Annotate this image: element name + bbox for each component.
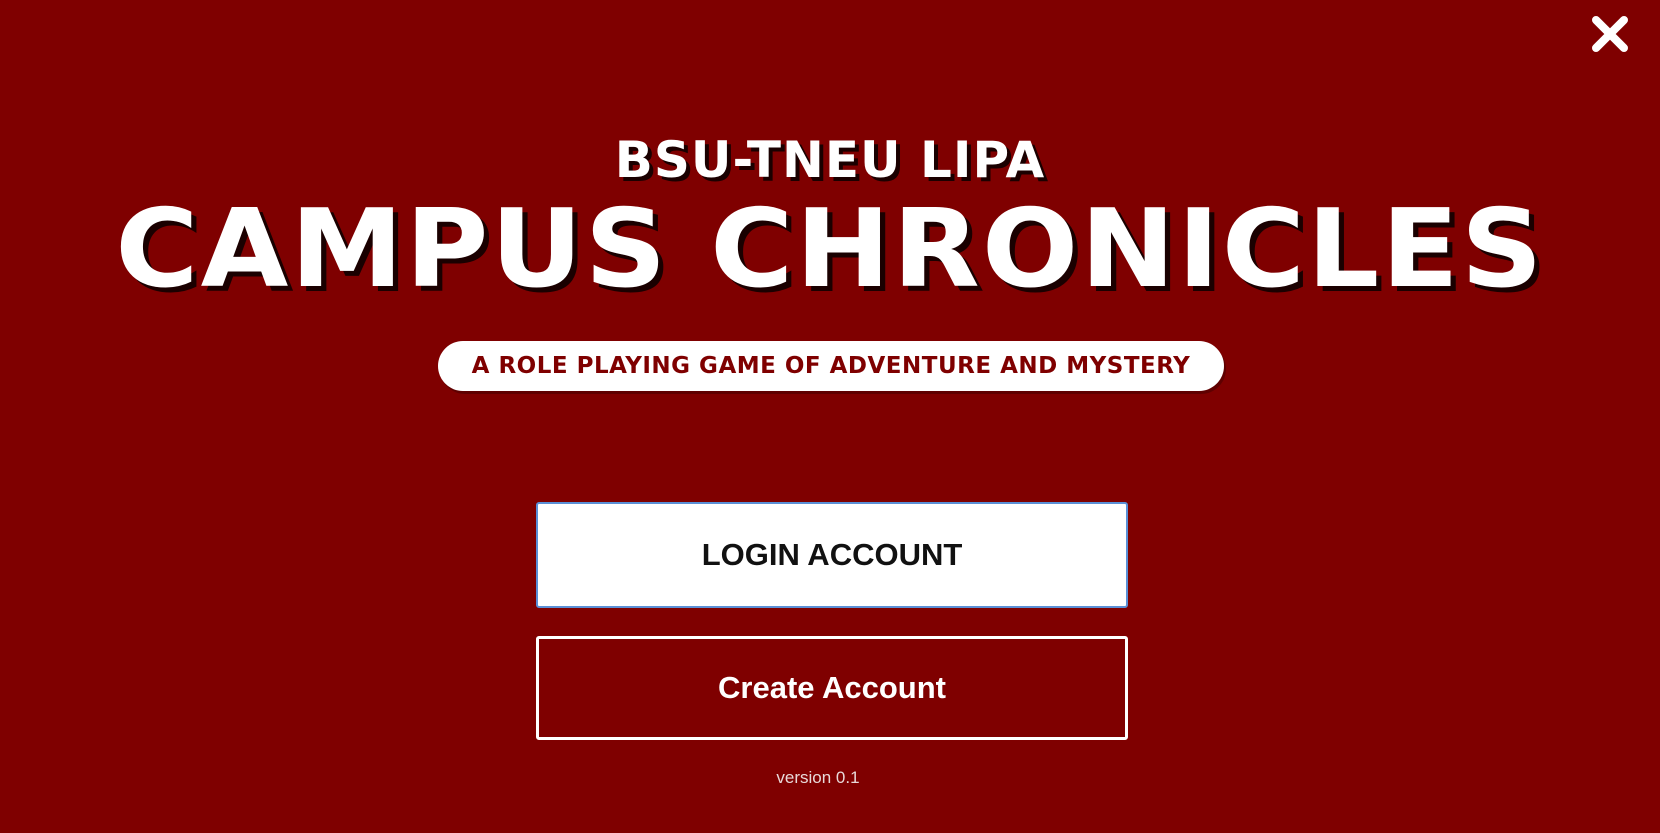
title-block: BSU-TNEU LIPA CAMPUS CHRONICLES bbox=[0, 130, 1660, 310]
version-label: version 0.1 bbox=[776, 768, 860, 787]
tagline-badge: A ROLE PLAYING GAME OF ADVENTURE AND MYS… bbox=[438, 341, 1224, 391]
login-account-button[interactable]: LOGIN ACCOUNT bbox=[536, 502, 1128, 608]
game-subtitle: BSU-TNEU LIPA bbox=[614, 131, 1046, 189]
game-title: CAMPUS CHRONICLES bbox=[115, 187, 1545, 312]
close-icon bbox=[1592, 16, 1628, 52]
close-button[interactable] bbox=[1590, 14, 1630, 54]
create-account-button[interactable]: Create Account bbox=[536, 636, 1128, 740]
tagline-text: A ROLE PLAYING GAME OF ADVENTURE AND MYS… bbox=[471, 353, 1191, 379]
